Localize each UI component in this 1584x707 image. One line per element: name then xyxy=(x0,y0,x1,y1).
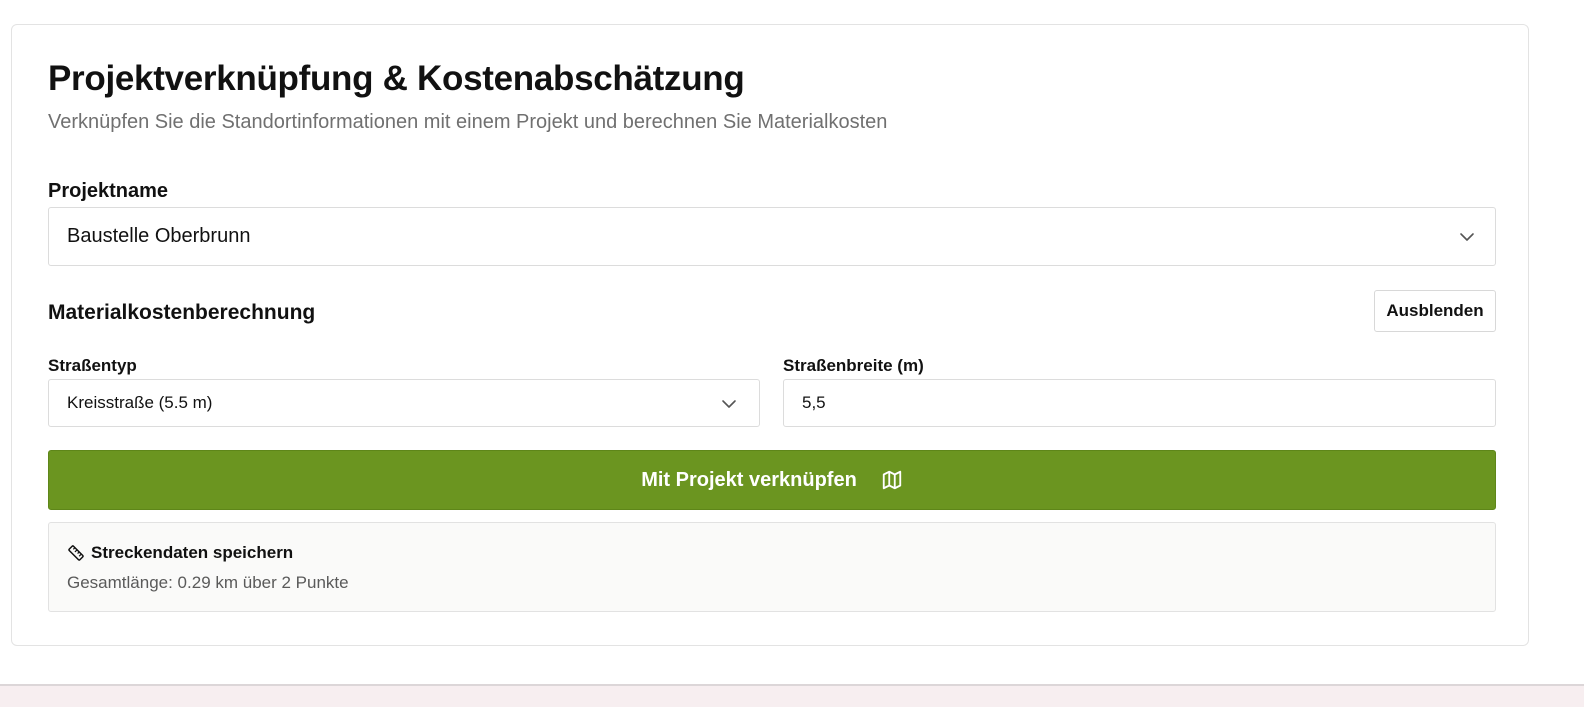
material-section-title: Materialkostenberechnung xyxy=(48,301,316,324)
link-project-button[interactable]: Mit Projekt verknüpfen xyxy=(48,450,1496,510)
map-icon xyxy=(882,470,901,490)
project-link-card: Projektverknüpfung & Kostenabschätzung V… xyxy=(11,24,1529,646)
route-data-heading-text: Streckendaten speichern xyxy=(91,543,294,562)
page-title: Projektverknüpfung & Kostenabschätzung xyxy=(48,59,745,98)
page-subtitle: Verknüpfen Sie die Standortinformationen… xyxy=(48,111,888,133)
next-section-edge xyxy=(0,684,1584,707)
chevron-down-icon xyxy=(1460,233,1474,241)
road-type-select[interactable]: Kreisstraße (5.5 m) xyxy=(48,379,760,427)
ruler-icon xyxy=(68,545,84,561)
link-project-label: Mit Projekt verknüpfen xyxy=(641,468,857,491)
hide-button[interactable]: Ausblenden xyxy=(1374,290,1496,332)
road-type-value: Kreisstraße (5.5 m) xyxy=(67,393,213,412)
project-name-select[interactable]: Baustelle Oberbrunn xyxy=(48,207,1496,266)
project-name-value: Baustelle Oberbrunn xyxy=(67,225,251,247)
road-width-value: 5,5 xyxy=(802,393,826,412)
project-name-label: Projektname xyxy=(48,180,169,202)
route-data-panel: Streckendaten speichern Gesamtlänge: 0.2… xyxy=(48,522,1496,612)
road-width-label: Straßenbreite (m) xyxy=(783,356,924,375)
road-width-input[interactable]: 5,5 xyxy=(783,379,1496,427)
route-data-heading: Streckendaten speichern xyxy=(67,543,293,563)
chevron-down-icon xyxy=(722,400,736,408)
road-type-label: Straßentyp xyxy=(48,356,137,375)
route-summary: Gesamtlänge: 0.29 km über 2 Punkte xyxy=(67,573,349,592)
